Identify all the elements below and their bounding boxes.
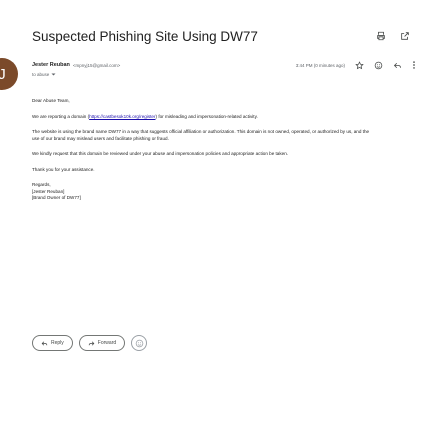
emoji-icon [135,339,143,347]
sender-row: Jester Reuban <mpnyj15@gmail.com> 3:44 P… [32,58,416,72]
reported-domain-link[interactable]: https://castbesok10k.org/register [89,114,155,119]
signature-regards: Regards, [32,182,51,187]
print-icon[interactable] [376,31,386,41]
sender-email: <mpnyj15@gmail.com> [72,62,121,68]
signature-title: [Brand Owner of DW77] [32,195,81,200]
email-timestamp: 3:44 PM (0 minutes ago) [295,62,345,68]
chevron-down-icon[interactable] [51,72,56,77]
avatar[interactable]: J [0,58,18,90]
star-icon[interactable] [355,60,364,70]
open-in-new-window-icon[interactable] [400,31,410,41]
to-label: to abuse [32,72,50,77]
reply-label: Reply [51,340,64,346]
paragraph-3: We kindly request that this domain be re… [32,151,289,156]
forward-button[interactable]: Forward [78,335,126,351]
emoji-reaction-button[interactable] [131,335,148,351]
email-body: Dear Abuse Team, We are reporting a doma… [32,98,372,211]
paragraph-4: Thank you for your assistance. [32,166,95,172]
forward-label: Forward [97,340,117,346]
emoji-icon[interactable] [374,61,383,70]
sender-name[interactable]: Jester Reuban [32,62,70,68]
signature-name: [Jester Reuban] [32,188,65,194]
more-vert-icon[interactable] [412,60,416,70]
email-subject: Suspected Phishing Site Using DW77 [32,28,258,44]
reply-icon[interactable] [393,61,402,70]
reply-actions: Reply Forward [32,335,148,351]
subject-row: Suspected Phishing Site Using DW77 [32,26,416,46]
reply-button[interactable]: Reply [32,335,73,351]
recipients-line[interactable]: to abuse [32,72,56,77]
greeting: Dear Abuse Team, [32,98,70,103]
forward-icon [88,340,95,347]
paragraph-2: The website is using the brand name DW77… [32,129,370,141]
reply-icon [41,340,48,347]
paragraph-1: We are reporting a domain (https://castb… [32,113,258,119]
signature: Regards, [Jester Reuban] [Brand Owner of… [32,182,372,202]
